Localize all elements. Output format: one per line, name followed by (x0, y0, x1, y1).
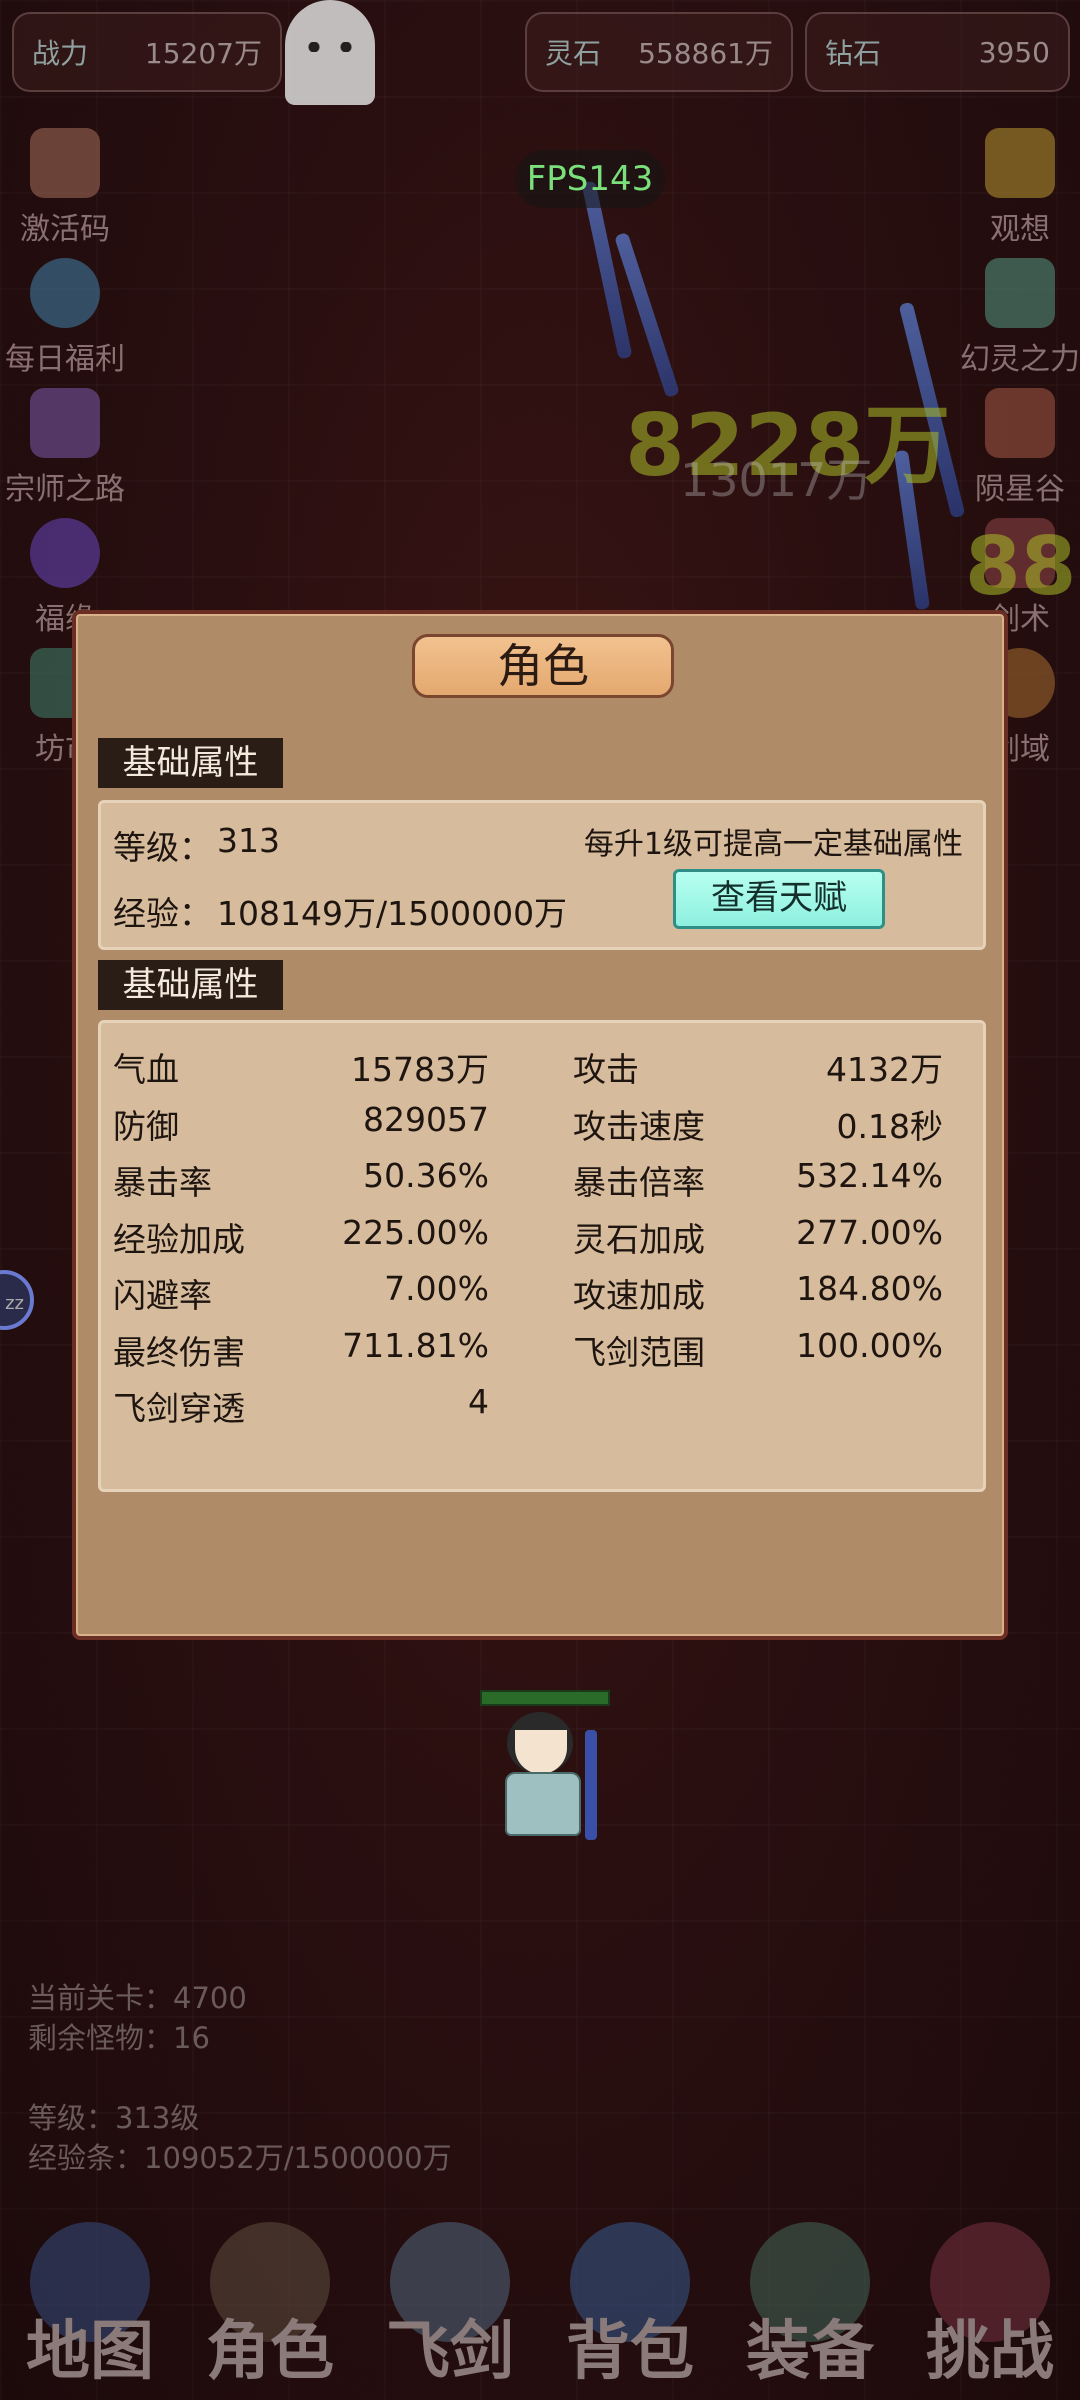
orb-icon (30, 258, 100, 328)
view-talent-button[interactable]: 查看天赋 (673, 869, 885, 929)
exp-bar-text: 经验条：109052万/1500000万 (28, 2141, 452, 2175)
stat-name: 攻击 (573, 1050, 639, 1089)
nav-challenge[interactable]: 挑战 (900, 2200, 1080, 2400)
level-label: 等级： (113, 828, 212, 867)
master-road-button[interactable]: 宗师之路 (0, 388, 130, 508)
stat-value: 4132万 (826, 1050, 943, 1089)
stat-value: 829057 (363, 1099, 489, 1139)
crystal-icon (30, 518, 100, 588)
scroll-icon (30, 388, 100, 458)
nav-flying-sword[interactable]: 飞剑 (360, 2200, 540, 2400)
remaining-monsters: 剩余怪物：16 (28, 2021, 210, 2055)
lantern-icon (985, 258, 1055, 328)
stat-name: 灵石加成 (573, 1219, 705, 1259)
stat-value: 15783万 (351, 1050, 489, 1089)
stat-name: 攻击速度 (573, 1106, 705, 1146)
stat-value: 7.00% (384, 1269, 489, 1308)
stat-value: 0.18秒 (836, 1106, 943, 1146)
nav-backpack[interactable]: 背包 (540, 2200, 720, 2400)
nav-label: 装备 (746, 2315, 874, 2389)
exp-value: 108149万/1500000万 (217, 894, 568, 933)
mask-icon (985, 388, 1055, 458)
side-label: 宗师之路 (5, 472, 125, 507)
nav-label: 角色 (206, 2315, 334, 2389)
section-title-stats: 基础属性 (98, 960, 283, 1010)
nav-equipment[interactable]: 装备 (720, 2200, 900, 2400)
meditation-icon (985, 128, 1055, 198)
stat-name: 暴击率 (113, 1163, 212, 1202)
spirit-stone-display: 灵石 558861万 (525, 12, 793, 92)
player-hp-bar (480, 1690, 610, 1706)
stat-name: 最终伤害 (113, 1332, 245, 1372)
spirit-stone-label: 灵石 (545, 37, 602, 70)
power-display: 战力 15207万 (12, 12, 282, 92)
stat-row: 飞剑穿透 4 (101, 1372, 989, 1428)
side-label: 观想 (990, 212, 1050, 247)
stat-value: 277.00% (796, 1212, 943, 1252)
section-title-base: 基础属性 (98, 738, 283, 788)
daily-welfare-button[interactable]: 每日福利 (0, 258, 130, 378)
side-label: 幻灵之力 (960, 342, 1080, 377)
current-stage: 当前关卡：4700 (28, 1981, 247, 2015)
stat-name: 防御 (113, 1106, 179, 1146)
nav-character[interactable]: 角色 (180, 2200, 360, 2400)
nav-label: 背包 (566, 2315, 694, 2389)
stat-value: 100.00% (796, 1325, 943, 1365)
exp-label: 经验： (113, 894, 212, 933)
stat-value: 711.81% (342, 1325, 489, 1365)
panel-title: 角色 (412, 634, 674, 698)
diamond-value: 3950 (978, 35, 1050, 69)
player-sword (585, 1730, 597, 1840)
player-level: 等级：313级 (28, 2101, 200, 2135)
stat-value: 184.80% (796, 1269, 943, 1308)
bottom-nav: 地图 角色 飞剑 背包 装备 挑战 (0, 2200, 1080, 2400)
character-panel: 角色 基础属性 等级： 313 每升1级可提高一定基础属性 经验： 108149… (72, 610, 1008, 1640)
stat-row: 最终伤害 711.81% 飞剑范围 100.00% (101, 1316, 989, 1372)
side-label: 激活码 (20, 212, 110, 247)
phantom-power-button[interactable]: 幻灵之力 (955, 258, 1080, 378)
stat-value: 50.36% (363, 1156, 489, 1195)
side-label: 陨星谷 (975, 472, 1065, 507)
stat-name: 暴击倍率 (573, 1163, 705, 1202)
diamond-label: 钻石 (825, 37, 882, 70)
damage-number: 881 (965, 520, 1080, 613)
level-value: 313 (217, 821, 280, 860)
visualize-button[interactable]: 观想 (955, 128, 1080, 248)
fps-counter: FPS143 (515, 150, 665, 208)
stat-name: 飞剑穿透 (113, 1389, 245, 1428)
stat-name: 闪避率 (113, 1276, 212, 1315)
stat-name: 气血 (113, 1050, 179, 1089)
stat-row: 闪避率 7.00% 攻速加成 184.80% (101, 1259, 989, 1315)
nav-label: 地图 (26, 2315, 154, 2389)
power-value: 15207万 (144, 37, 262, 70)
nav-label: 挑战 (926, 2315, 1054, 2389)
nav-map[interactable]: 地图 (0, 2200, 180, 2400)
stats-card: 气血 15783万 攻击 4132万防御 829057 攻击速度 0.18秒暴击率 50.36… (98, 1020, 986, 1492)
ghost-monster (285, 0, 375, 105)
level-card: 等级： 313 每升1级可提高一定基础属性 经验： 108149万/150000… (98, 800, 986, 950)
gift-icon (30, 128, 100, 198)
stat-name: 飞剑范围 (573, 1332, 705, 1372)
stat-row: 暴击率 50.36% 暴击倍率 532.14% (101, 1146, 989, 1202)
power-label: 战力 (32, 37, 89, 70)
nav-label: 飞剑 (386, 2315, 514, 2389)
damage-number: 13017万 (680, 453, 873, 507)
stat-row: 气血 15783万 攻击 4132万 (101, 1033, 989, 1089)
stat-row: 经验加成 225.00% 灵石加成 277.00% (101, 1203, 989, 1259)
stat-value: 225.00% (342, 1212, 489, 1252)
meteor-valley-button[interactable]: 陨星谷 (955, 388, 1080, 508)
level-tip: 每升1级可提高一定基础属性 (583, 827, 963, 862)
stat-row: 防御 829057 攻击速度 0.18秒 (101, 1090, 989, 1146)
player-character (475, 1690, 615, 1840)
side-label: 每日福利 (5, 342, 125, 377)
stat-value: 532.14% (796, 1156, 943, 1195)
stat-name: 攻速加成 (573, 1276, 705, 1315)
activation-code-button[interactable]: 激活码 (0, 128, 130, 248)
diamond-display: 钻石 3950 (805, 12, 1070, 92)
stat-name: 经验加成 (113, 1219, 245, 1259)
player-robe (505, 1772, 581, 1836)
spirit-stone-value: 558861万 (638, 37, 773, 70)
stat-value: 4 (468, 1382, 489, 1421)
